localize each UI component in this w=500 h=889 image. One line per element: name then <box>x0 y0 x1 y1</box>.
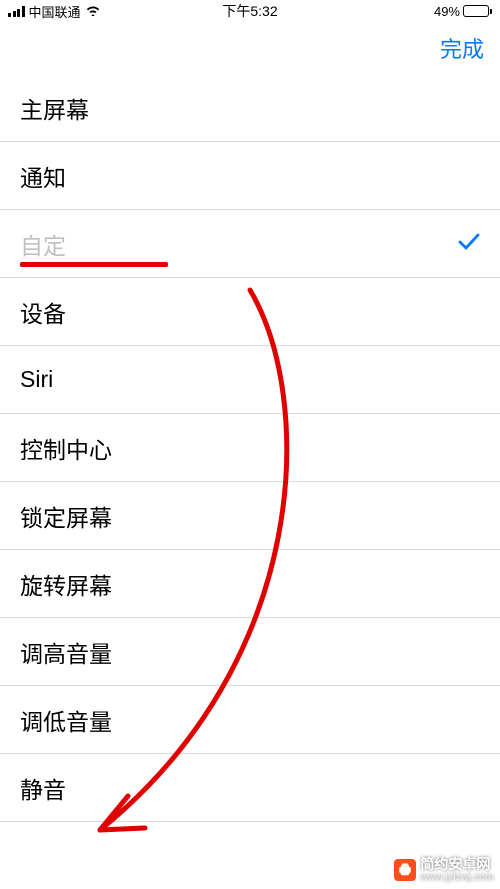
wifi-icon <box>85 4 101 19</box>
list-item[interactable]: 通知 <box>0 142 500 210</box>
list-item-label: 主屏幕 <box>20 91 89 125</box>
battery-icon <box>463 5 492 17</box>
list-item-label: 通知 <box>20 159 66 193</box>
list-item-label: 调低音量 <box>20 703 112 737</box>
android-logo-icon <box>394 859 416 881</box>
battery-percent: 49% <box>434 4 460 19</box>
carrier-label: 中国联通 <box>29 2 81 21</box>
status-bar: 中国联通 下午5:32 49% <box>0 0 500 22</box>
list-item[interactable]: 设备 <box>0 278 500 346</box>
list-item-label: 锁定屏幕 <box>20 499 112 533</box>
cellular-signal-icon <box>8 6 25 17</box>
list-item-label: 旋转屏幕 <box>20 567 112 601</box>
list-item-label: Siri <box>20 366 53 393</box>
list-item[interactable]: 控制中心 <box>0 414 500 482</box>
watermark-url: www.jylzwj.com <box>420 872 494 883</box>
list-item[interactable]: 静音 <box>0 754 500 822</box>
list-item[interactable]: 自定 <box>0 210 500 278</box>
checkmark-icon <box>458 230 480 257</box>
list-item[interactable]: 锁定屏幕 <box>0 482 500 550</box>
list-item-label: 设备 <box>20 295 66 329</box>
list-item-label: 控制中心 <box>20 431 112 465</box>
watermark-title: 简约安卓网 <box>420 857 494 872</box>
list-item-label: 静音 <box>20 771 66 805</box>
status-right-group: 49% <box>434 4 492 19</box>
list-item[interactable]: Siri <box>0 346 500 414</box>
annotation-underline <box>20 262 168 267</box>
list-item[interactable]: 调高音量 <box>0 618 500 686</box>
settings-list: 主屏幕通知自定设备 Siri 控制中心锁定屏幕旋转屏幕调高音量调低音量静音 <box>0 74 500 822</box>
list-item-label: 自定 <box>20 227 66 261</box>
nav-bar: 完成 <box>0 22 500 74</box>
done-button[interactable]: 完成 <box>440 32 484 64</box>
status-left-group: 中国联通 <box>8 2 101 21</box>
watermark-text: 简约安卓网 www.jylzwj.com <box>420 857 494 883</box>
watermark: 简约安卓网 www.jylzwj.com <box>394 857 494 883</box>
list-item[interactable]: 主屏幕 <box>0 74 500 142</box>
list-item[interactable]: 调低音量 <box>0 686 500 754</box>
list-item[interactable]: 旋转屏幕 <box>0 550 500 618</box>
clock-time: 下午5:32 <box>222 1 277 21</box>
list-item-label: 调高音量 <box>20 635 112 669</box>
